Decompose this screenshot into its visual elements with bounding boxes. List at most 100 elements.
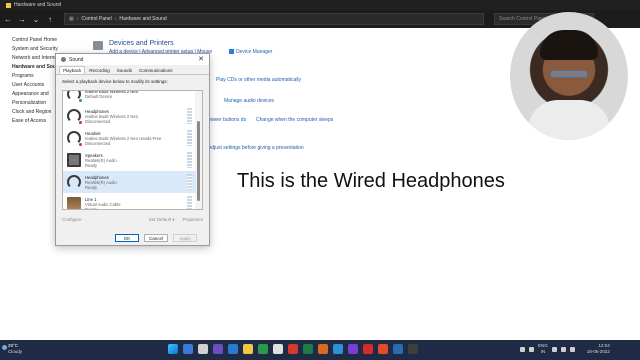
- headphones-icon: [67, 131, 83, 147]
- taskbar-app-icon[interactable]: [288, 344, 298, 354]
- language-indicator[interactable]: ENG IN: [538, 343, 548, 355]
- devices-printers-icon: [93, 41, 103, 50]
- playback-device-item[interactable]: Headset realme Buds Wireless 2 Neo Hands-…: [63, 127, 196, 149]
- start-windows-icon[interactable]: [168, 344, 178, 354]
- forward-arrow-icon[interactable]: →: [16, 15, 28, 24]
- taskbar-app-icon[interactable]: [228, 344, 238, 354]
- device-text: Line 1 Virtual Audio Cable Ready: [85, 197, 121, 210]
- device-desc: Realtek(R) Audio: [85, 157, 117, 163]
- taskbar-app-icon[interactable]: [408, 344, 418, 354]
- set-default-button[interactable]: Set Default ▾: [149, 217, 175, 223]
- devices-printers-heading[interactable]: Devices and Printers: [109, 40, 174, 47]
- taskbar-app-icon[interactable]: [243, 344, 253, 354]
- taskbar-app-icon[interactable]: [198, 344, 208, 354]
- taskbar-app-icon[interactable]: [273, 344, 283, 354]
- taskbar-app-icon[interactable]: [303, 344, 313, 354]
- breadcrumb-hardware-sound[interactable]: Hardware and Sound: [119, 16, 166, 22]
- volume-meter: [187, 174, 192, 190]
- sidebar-item[interactable]: Network and Internet: [12, 54, 60, 63]
- ok-button[interactable]: OK: [115, 234, 139, 242]
- playback-device-item[interactable]: realme Buds Wireless 2 Neo Default Device: [63, 91, 196, 105]
- sidebar-item[interactable]: Personalization: [12, 99, 60, 108]
- disconnected-icon: [78, 120, 83, 125]
- overlay-caption: This is the Wired Headphones: [237, 170, 505, 192]
- sidebar-item[interactable]: Control Panel Home: [12, 36, 60, 45]
- device-text: Speakers Realtek(R) Audio Ready: [85, 153, 117, 168]
- sidebar-item[interactable]: Programs: [12, 72, 60, 81]
- sidebar-item[interactable]: Clock and Region: [12, 108, 60, 117]
- sidebar-item[interactable]: Hardware and Sound: [12, 63, 62, 72]
- webcam-glasses: [550, 70, 588, 78]
- tab-communications[interactable]: Communications: [136, 67, 176, 74]
- left-navigation: Control Panel Home System and Security Net…: [12, 36, 62, 126]
- playback-device-item[interactable]: Headphones realme Buds Wireless 2 Neo Disc…: [63, 105, 196, 127]
- scrollbar-thumb[interactable]: [197, 121, 200, 201]
- taskbar-app-icon[interactable]: [348, 344, 358, 354]
- taskbar-app-icon[interactable]: [213, 344, 223, 354]
- device-desc: realme Buds Wireless 2 Neo: [85, 113, 139, 119]
- taskbar-app-icon[interactable]: [183, 344, 193, 354]
- battery-icon[interactable]: [569, 346, 575, 352]
- playback-device-item[interactable]: Speakers Realtek(R) Audio Ready: [63, 149, 196, 171]
- device-list-scrollbar[interactable]: [195, 91, 202, 209]
- device-text: realme Buds Wireless 2 Neo Default Device: [85, 91, 138, 99]
- control-panel-breadcrumb-icon: ▦: [69, 16, 74, 22]
- taskbar-app-icon[interactable]: [363, 344, 373, 354]
- presentation-link[interactable]: Adjust settings before giving a presenta…: [208, 145, 304, 151]
- sidebar-item[interactable]: Appearance and: [12, 90, 60, 99]
- recent-chevron-icon[interactable]: ⌄: [30, 15, 42, 24]
- taskbar-app-icon[interactable]: [393, 344, 403, 354]
- weather-condition: Cloudy: [8, 349, 23, 354]
- default-check-icon: [78, 98, 83, 103]
- back-arrow-icon[interactable]: ←: [2, 15, 14, 24]
- headphones-icon: [67, 91, 83, 103]
- clock[interactable]: 12:04 18-05-2022: [587, 343, 610, 355]
- playback-device-list: realme Buds Wireless 2 Neo Default Device…: [62, 90, 203, 210]
- up-arrow-icon[interactable]: ↑: [44, 15, 56, 24]
- volume-meter: [187, 152, 192, 168]
- window-title: Hardware and Sound: [14, 2, 62, 8]
- sound-dialog-title: Sound: [69, 56, 84, 63]
- tab-sounds[interactable]: Sounds: [114, 67, 135, 74]
- disconnected-icon: [78, 142, 83, 147]
- device-manager-link[interactable]: Device Manager: [229, 49, 272, 55]
- device-status: Disconnected: [85, 118, 111, 124]
- change-sleep-link[interactable]: Change when the computer sleeps: [256, 117, 333, 123]
- wifi-icon[interactable]: [551, 346, 557, 352]
- sound-dialog-tabs: Playback Recording Sounds Communications: [56, 65, 209, 75]
- sidebar-item[interactable]: Ease of Access: [12, 117, 60, 126]
- autoplay-link[interactable]: Play CDs or other media automatically: [216, 77, 301, 83]
- sound-dialog: Sound ✕ Playback Recording Sounds Communica…: [55, 53, 210, 246]
- cloud-icon: [2, 345, 7, 350]
- breadcrumb-separator: ›: [114, 16, 117, 22]
- taskbar-app-icon[interactable]: [333, 344, 343, 354]
- power-buttons-link[interactable]: power buttons do: [208, 117, 246, 123]
- volume-icon[interactable]: [560, 346, 566, 352]
- chevron-up-icon[interactable]: [520, 346, 525, 352]
- weather-widget[interactable]: 29°C Cloudy: [8, 343, 22, 355]
- tab-playback[interactable]: Playback: [59, 66, 86, 74]
- close-icon[interactable]: ✕: [198, 55, 204, 63]
- shield-icon: [229, 49, 234, 55]
- breadcrumb-control-panel[interactable]: Control Panel: [81, 16, 111, 22]
- manage-audio-link[interactable]: Manage audio devices: [224, 98, 274, 104]
- sidebar-item[interactable]: User Accounts: [12, 81, 60, 90]
- configure-button[interactable]: Configure: [62, 217, 82, 223]
- onedrive-icon[interactable]: [529, 346, 534, 352]
- apply-button[interactable]: Apply: [173, 234, 197, 242]
- device-desc: Default Device: [85, 94, 113, 99]
- webcam-overlay: [510, 12, 628, 140]
- playback-device-item[interactable]: Line 1 Virtual Audio Cable Ready: [63, 193, 196, 210]
- taskbar-app-icon[interactable]: [318, 344, 328, 354]
- taskbar-app-icon[interactable]: [258, 344, 268, 354]
- cancel-button[interactable]: Cancel: [144, 234, 168, 242]
- playback-device-item[interactable]: Headphones Realtek(R) Audio Ready: [63, 171, 196, 193]
- tab-recording[interactable]: Recording: [86, 67, 113, 74]
- taskbar-app-icon[interactable]: [378, 344, 388, 354]
- sidebar-item[interactable]: System and Security: [12, 45, 60, 54]
- webcam-hair: [540, 30, 598, 60]
- properties-button[interactable]: Properties: [182, 217, 203, 223]
- address-field[interactable]: ▦ › Control Panel › Hardware and Sound: [64, 13, 484, 25]
- speaker-icon: [67, 153, 81, 167]
- dialog-buttons: OK Cancel Apply: [115, 234, 197, 242]
